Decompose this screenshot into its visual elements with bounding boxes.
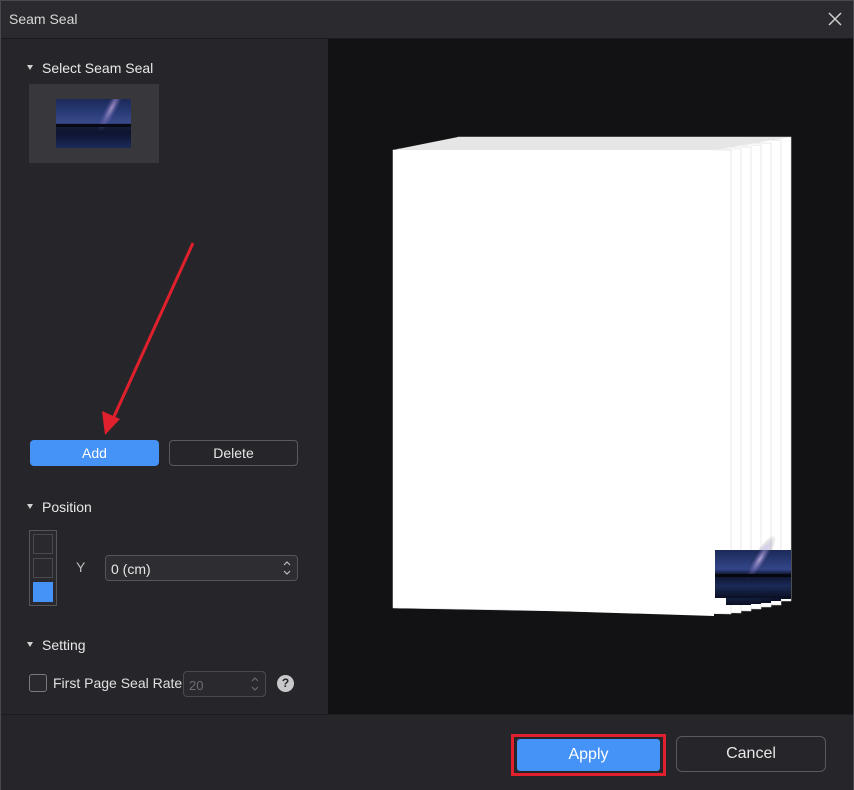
seam-seal-dialog: Seam Seal Select Seam Seal Add Delete Po… (0, 0, 854, 790)
annotation-arrow (102, 242, 195, 435)
dialog-footer: Apply Cancel (1, 714, 853, 790)
cancel-button[interactable]: Cancel (676, 736, 826, 772)
apply-button[interactable]: Apply (517, 739, 660, 771)
